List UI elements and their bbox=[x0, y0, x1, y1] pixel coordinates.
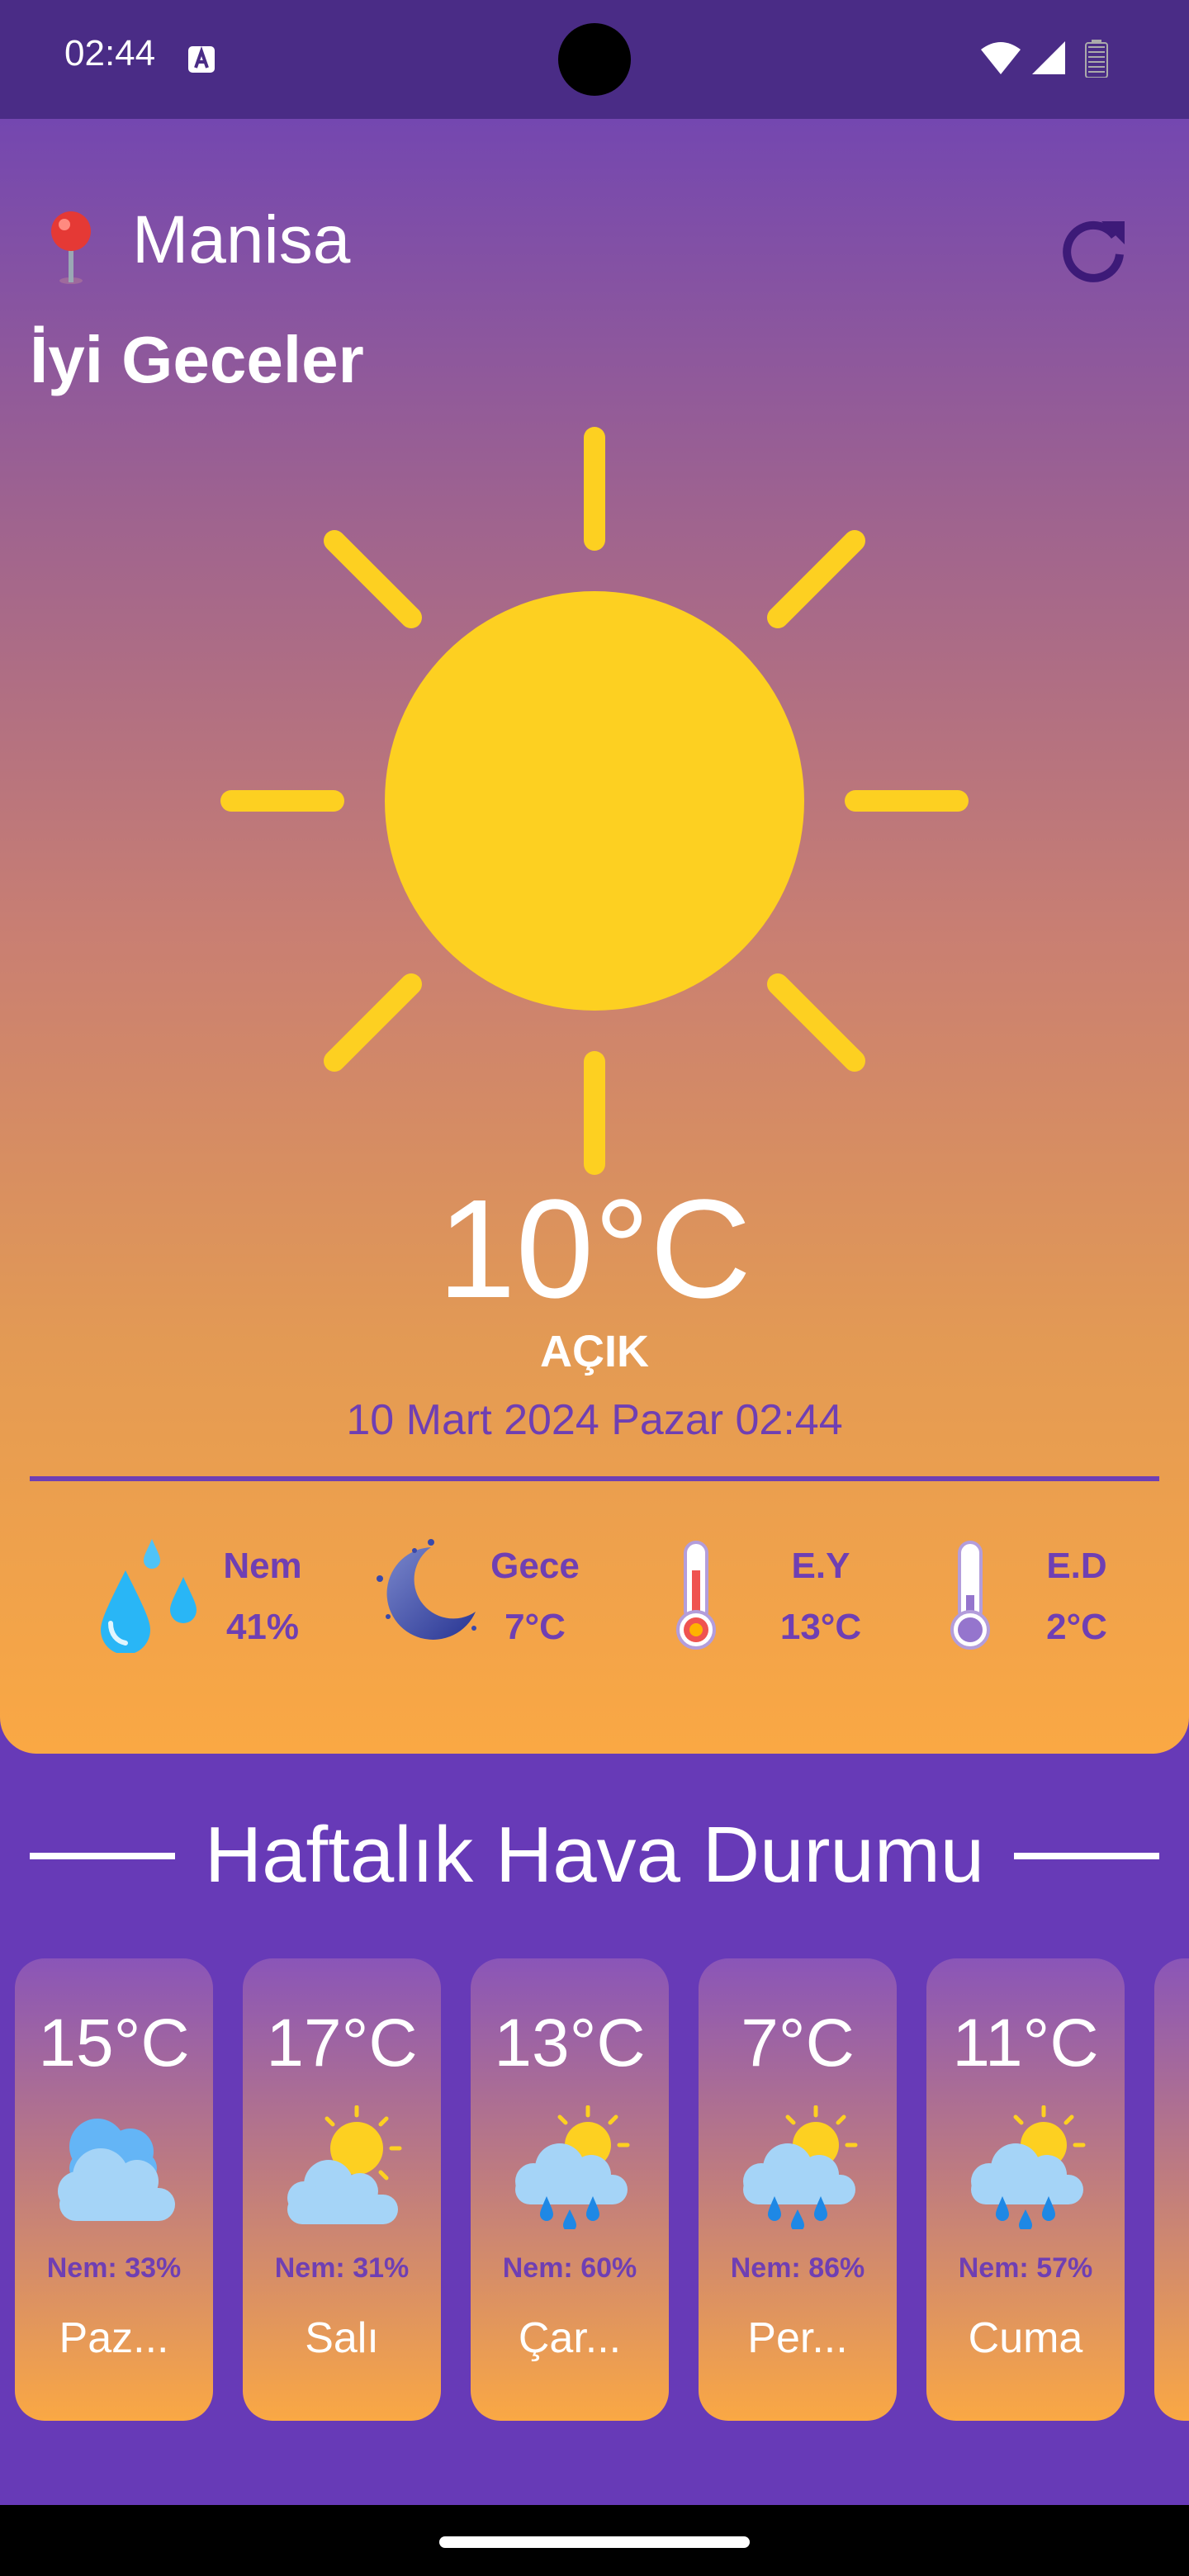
moon-icon bbox=[377, 1539, 476, 1640]
rain-sun-icon bbox=[515, 2105, 630, 2229]
day-card[interactable]: 7°C Nem: 86% Per... bbox=[699, 1958, 897, 2421]
sun-icon bbox=[220, 427, 969, 1175]
location-pin-icon bbox=[51, 211, 91, 284]
cloudy-icon bbox=[58, 2119, 175, 2221]
stat-label: Gece bbox=[490, 1546, 580, 1586]
battery-icon bbox=[1085, 40, 1108, 78]
day-humidity: Nem: 60% bbox=[502, 2252, 637, 2284]
rain-sun-icon bbox=[743, 2105, 858, 2229]
stat-humidity: Nem 41% bbox=[92, 1537, 332, 1653]
day-temperature: 17°C bbox=[266, 2005, 418, 2081]
stat-max-temp: E.Y 13°C bbox=[667, 1537, 890, 1653]
current-temperature: 10°C bbox=[438, 1171, 751, 1328]
stat-label: E.Y bbox=[791, 1546, 850, 1586]
day-temperature: 13°C bbox=[494, 2005, 646, 2081]
camera-cutout bbox=[558, 23, 631, 96]
day-humidity: Nem: 57% bbox=[958, 2252, 1093, 2284]
day-name: Cuma bbox=[968, 2314, 1083, 2362]
weather-condition: AÇIK bbox=[540, 1327, 649, 1376]
day-humidity: Nem: 86% bbox=[730, 2252, 865, 2284]
thermometer-cold-icon bbox=[950, 1541, 990, 1650]
day-name: Çar... bbox=[518, 2314, 622, 2362]
current-datetime: 10 Mart 2024 Pazar 02:44 bbox=[346, 1396, 843, 1444]
status-time: 02:44 bbox=[64, 33, 156, 73]
day-card[interactable]: 11°C Nem: 57% Cuma bbox=[926, 1958, 1125, 2421]
stat-value: 7°C bbox=[504, 1607, 566, 1647]
stat-value: 13°C bbox=[779, 1607, 862, 1647]
greeting-text: İyi Geceler bbox=[30, 323, 364, 396]
title-line-right bbox=[1014, 1853, 1159, 1859]
day-temperature: 7°C bbox=[741, 2005, 855, 2081]
city-name[interactable]: Manisa bbox=[132, 202, 350, 277]
day-temperature: 15°C bbox=[38, 2005, 190, 2081]
stat-value: 2°C bbox=[1046, 1607, 1107, 1647]
partly-cloudy-icon bbox=[287, 2105, 402, 2224]
wifi-icon bbox=[981, 42, 1021, 74]
day-name: Per... bbox=[747, 2314, 848, 2362]
refresh-icon[interactable] bbox=[1054, 211, 1133, 291]
day-humidity: Nem: 33% bbox=[46, 2252, 182, 2284]
day-card[interactable]: 13°C Nem: 60% Çar... bbox=[471, 1958, 669, 2421]
rain-sun-icon bbox=[971, 2105, 1086, 2229]
notification-a-icon bbox=[188, 45, 215, 73]
day-card-partial[interactable] bbox=[1154, 1958, 1189, 2421]
day-humidity: Nem: 31% bbox=[274, 2252, 410, 2284]
stat-label: E.D bbox=[1046, 1546, 1107, 1586]
thermometer-hot-icon bbox=[676, 1541, 716, 1650]
humidity-drops-icon bbox=[101, 1539, 197, 1653]
divider bbox=[30, 1476, 1159, 1481]
stat-value: 41% bbox=[225, 1607, 300, 1647]
weekly-title: Haftalık Hava Durumu bbox=[204, 1811, 985, 1899]
cellular-signal-icon bbox=[1032, 41, 1065, 74]
stat-min-temp: E.D 2°C bbox=[941, 1537, 1156, 1653]
stat-night: Gece 7°C bbox=[373, 1537, 613, 1653]
day-card[interactable]: 15°C Nem: 33% Paz... bbox=[15, 1958, 213, 2421]
stat-label: Nem bbox=[223, 1546, 302, 1586]
day-card[interactable]: 17°C Nem: 31% Salı bbox=[243, 1958, 441, 2421]
day-temperature: 11°C bbox=[952, 2005, 1099, 2081]
day-name: Paz... bbox=[59, 2314, 169, 2362]
day-name: Salı bbox=[305, 2314, 379, 2362]
home-gesture-handle[interactable] bbox=[439, 2536, 750, 2548]
